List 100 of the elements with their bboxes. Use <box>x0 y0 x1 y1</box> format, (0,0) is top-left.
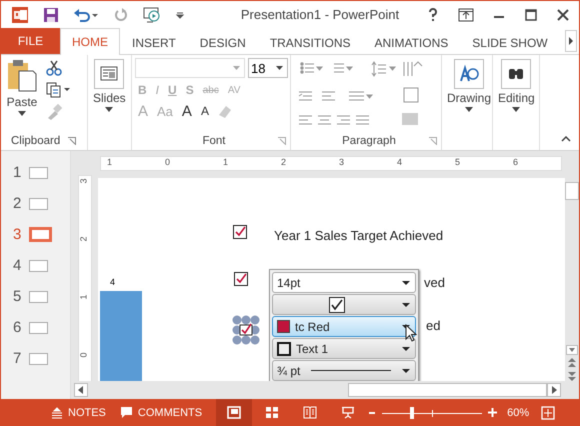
caret-icon <box>105 107 114 112</box>
caret-icon <box>402 346 410 350</box>
caret-icon <box>402 280 410 284</box>
paste-button[interactable]: Paste <box>4 58 40 117</box>
tab-scroll-button[interactable] <box>565 30 577 52</box>
line-weight-dropdown[interactable]: ¾ pt <box>272 360 416 381</box>
scroll-down-icon[interactable] <box>566 345 578 355</box>
slide-number: 2 <box>13 195 22 212</box>
help-icon[interactable] <box>426 8 440 22</box>
increase-font-button[interactable]: A <box>178 102 195 120</box>
dialog-launcher-icon[interactable] <box>278 137 286 145</box>
editing-button[interactable]: Editing <box>496 58 537 113</box>
caret-icon <box>18 111 26 116</box>
slide-thumbnail[interactable] <box>29 322 48 334</box>
fit-to-window-icon[interactable] <box>541 406 556 420</box>
slider-thumb[interactable] <box>410 406 414 418</box>
ribbon-tab[interactable]: ANIMATIONS <box>362 29 460 55</box>
presentation-icon[interactable] <box>143 6 161 24</box>
file-tab[interactable]: FILE <box>1 28 60 54</box>
slide-thumbnail[interactable] <box>29 290 48 302</box>
customize-caret-icon[interactable] <box>175 10 185 20</box>
slide-number: 1 <box>13 164 22 181</box>
font-name-field[interactable] <box>135 58 245 78</box>
grid-icon <box>265 406 280 419</box>
undo-icon[interactable] <box>73 6 99 22</box>
cut-icon[interactable] <box>46 60 62 76</box>
shapes-icon <box>454 59 484 89</box>
notes-icon <box>51 406 63 418</box>
speech-bubble-icon <box>120 406 133 419</box>
slide-number: 3 <box>13 226 22 243</box>
scroll-left-icon[interactable] <box>74 383 88 397</box>
dialog-launcher-icon[interactable] <box>429 137 437 145</box>
ribbon-tab[interactable]: SLIDE SHOW <box>460 29 560 55</box>
border-swatch <box>277 342 291 356</box>
group-label: Font <box>202 135 226 147</box>
bar-value-label: 4 <box>110 277 116 287</box>
slide-number: 6 <box>13 319 22 336</box>
ribbon-tab[interactable]: DESIGN <box>188 29 258 55</box>
slide-thumbnail[interactable] <box>29 166 48 178</box>
decrease-font-button[interactable]: A <box>198 102 212 120</box>
previous-slide-icon[interactable] <box>567 358 577 368</box>
symbol-dropdown[interactable] <box>272 294 416 315</box>
copy-icon[interactable] <box>46 82 72 98</box>
collapse-ribbon-icon[interactable] <box>561 136 571 142</box>
close-icon[interactable] <box>556 8 570 22</box>
slide-number: 4 <box>13 257 22 274</box>
selected-checkbox[interactable] <box>232 315 260 345</box>
ribbon-tab[interactable]: TRANSITIONS <box>258 29 362 55</box>
dialog-launcher-icon[interactable] <box>68 137 76 145</box>
arrow-right-icon <box>568 37 574 45</box>
scroll-right-icon[interactable] <box>547 383 561 397</box>
slide-thumbnail[interactable] <box>29 227 52 242</box>
notes-button[interactable]: NOTES <box>51 406 106 418</box>
next-slide-icon[interactable] <box>567 371 577 381</box>
color-dropdown[interactable]: tc Red <box>272 316 416 337</box>
font-size-dropdown[interactable]: 14pt <box>272 272 416 293</box>
maximize-icon[interactable] <box>524 8 538 22</box>
checkbox[interactable] <box>234 272 248 286</box>
horizontal-ruler: 1 0 1 2 3 4 5 6 <box>100 156 562 171</box>
window-title: Presentation1 - PowerPoint <box>240 7 400 22</box>
zoom-slider[interactable] <box>382 406 482 420</box>
slide-layout-icon <box>94 59 124 89</box>
caret-icon <box>402 302 410 306</box>
checkbox[interactable] <box>233 225 247 239</box>
slide-number: 5 <box>13 288 22 305</box>
ribbon-tab[interactable]: HOME <box>60 28 120 55</box>
caret-icon <box>276 66 283 70</box>
slide-thumbnail[interactable] <box>29 198 48 210</box>
slide-number: 7 <box>13 350 22 367</box>
normal-view-button[interactable] <box>216 399 252 426</box>
zoom-in-icon[interactable] <box>488 408 498 417</box>
slide-thumbnail[interactable] <box>29 260 48 272</box>
caret-icon <box>233 66 240 70</box>
drawing-button[interactable]: Drawing <box>445 58 494 113</box>
slide-thumbnail[interactable] <box>29 352 48 364</box>
ribbon-tab[interactable]: INSERT <box>120 29 188 55</box>
checkbox-symbol-icon <box>329 296 345 312</box>
slide-text: Year 1 Sales Target Achieved <box>274 228 444 243</box>
slides-button[interactable]: Slides <box>91 58 128 113</box>
projector-screen-icon <box>341 406 356 419</box>
comments-button[interactable]: COMMENTS <box>120 406 202 419</box>
book-icon <box>303 406 318 419</box>
caret-icon <box>465 107 473 112</box>
zoom-level[interactable]: 60% <box>507 406 530 418</box>
caret-icon <box>512 107 520 112</box>
ribbon-display-icon[interactable] <box>458 8 474 22</box>
vertical-ruler: 3 2 1 0 <box>78 175 92 381</box>
normal-view-icon <box>227 406 242 419</box>
binoculars-icon <box>501 59 532 89</box>
scrollbar-thumb[interactable] <box>565 182 579 200</box>
redo-icon[interactable] <box>113 6 129 22</box>
border-dropdown[interactable]: Text 1 <box>272 338 416 359</box>
font-size-field[interactable]: 18 <box>248 58 288 78</box>
scrollbar-thumb[interactable] <box>348 383 547 397</box>
group-label: Paragraph <box>342 135 396 147</box>
mouse-pointer-icon <box>405 324 417 342</box>
powerpoint-logo-icon <box>11 6 29 24</box>
slide-text: ed <box>426 318 440 333</box>
save-icon[interactable] <box>43 6 59 22</box>
clipboard-icon <box>6 59 38 93</box>
